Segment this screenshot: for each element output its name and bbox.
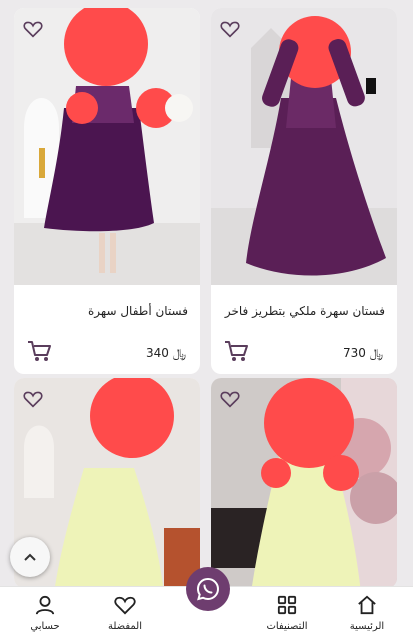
currency-icon: ﷼: [172, 346, 186, 360]
favorite-button[interactable]: [217, 386, 243, 412]
favorite-button[interactable]: [217, 16, 243, 42]
product-price: ﷼ 730: [342, 346, 383, 360]
add-to-cart-button[interactable]: [223, 339, 249, 363]
add-to-cart-button[interactable]: [26, 339, 52, 363]
cart-icon: [225, 341, 248, 361]
user-icon: [35, 595, 55, 615]
cart-icon: [28, 341, 51, 361]
whatsapp-button[interactable]: [186, 567, 230, 611]
product-image[interactable]: [211, 8, 397, 285]
heart-icon: [220, 21, 240, 38]
nav-item-categories[interactable]: التصنيفات: [252, 595, 322, 632]
chevron-up-icon: [24, 553, 36, 561]
favorite-button[interactable]: [20, 16, 46, 42]
nav-item-home[interactable]: الرئيسية: [332, 595, 402, 632]
product-title[interactable]: فستان سهرة ملكي بتطريز فاخر: [225, 304, 385, 318]
currency-icon: ﷼: [369, 346, 383, 360]
product-price: ﷼ 340: [145, 346, 186, 360]
product-image[interactable]: [14, 8, 200, 285]
nav-item-favorites[interactable]: المفضلة: [90, 595, 160, 632]
heart-icon: [23, 391, 43, 408]
home-icon: [358, 595, 376, 615]
nav-item-account[interactable]: حسابي: [10, 595, 80, 632]
heart-icon: [220, 391, 240, 408]
whatsapp-icon: [196, 577, 220, 601]
product-title[interactable]: فستان أطفال سهرة: [88, 304, 188, 318]
heart-icon: [23, 21, 43, 38]
product-card[interactable]: فستان سهرة ملكي بتطريز فاخر ﷼ 730: [211, 8, 397, 374]
grid-icon: [277, 595, 297, 615]
favorite-button[interactable]: [20, 386, 46, 412]
scroll-to-top-button[interactable]: [10, 537, 50, 577]
product-card[interactable]: [211, 378, 397, 588]
product-card[interactable]: فستان أطفال سهرة ﷼ 340: [14, 8, 200, 374]
heart-icon: [114, 596, 136, 615]
product-grid: فستان سهرة ملكي بتطريز فاخر ﷼ 730 فستان …: [0, 0, 413, 640]
